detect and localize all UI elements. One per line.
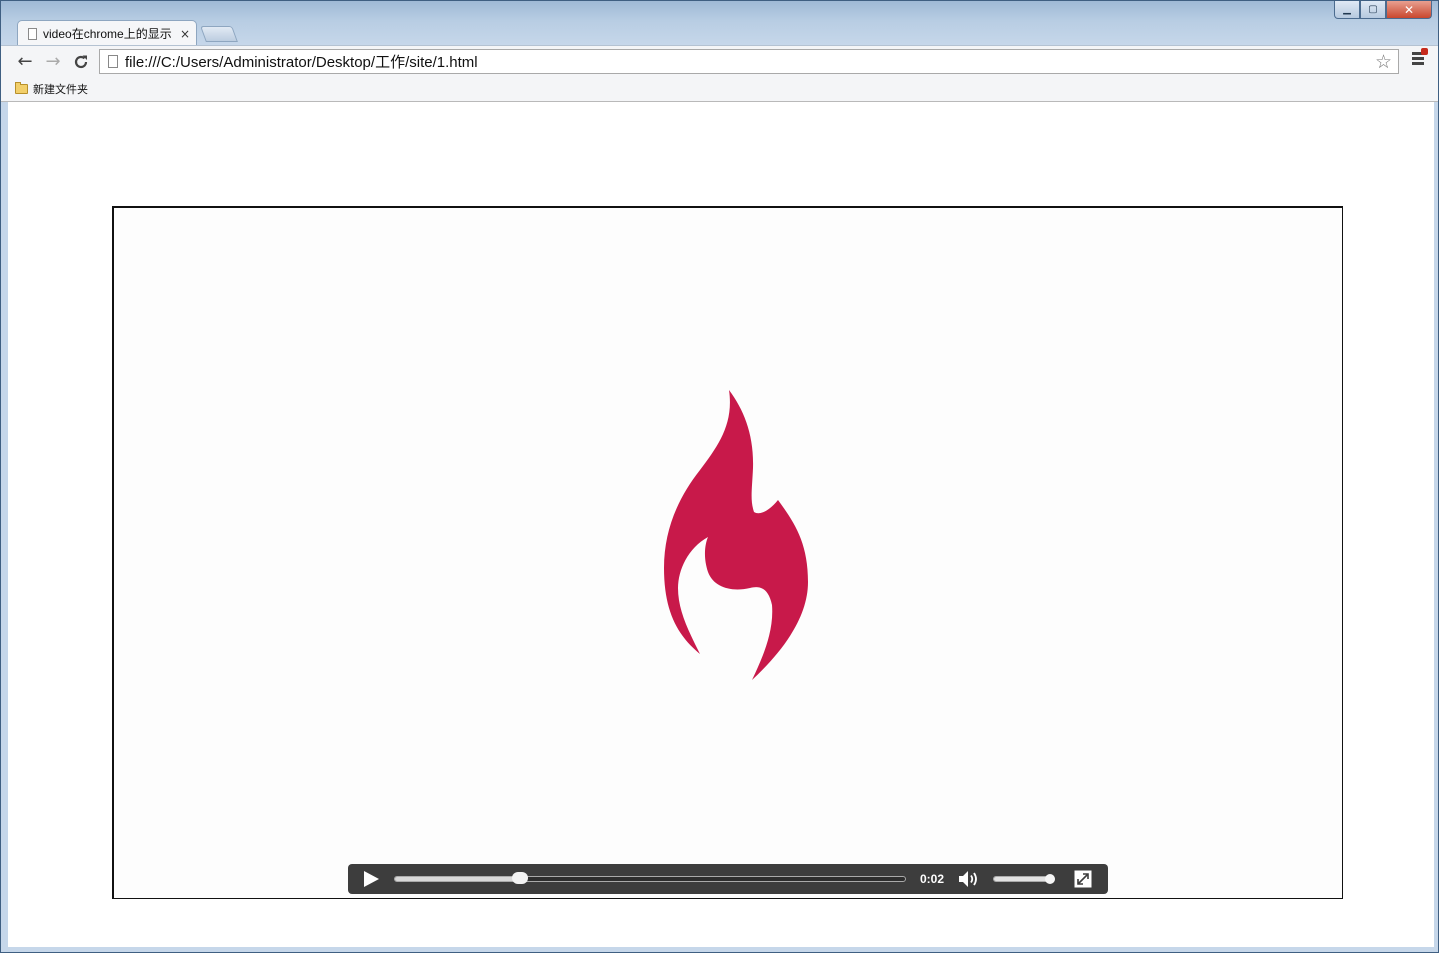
bookmark-label: 新建文件夹 xyxy=(33,83,88,96)
play-button[interactable] xyxy=(362,870,380,888)
tab-title: video在chrome上的显示 xyxy=(43,27,172,41)
page-icon xyxy=(28,27,37,40)
tab-active[interactable]: video在chrome上的显示 × xyxy=(17,20,197,46)
page-content: 0:02 xyxy=(8,102,1434,947)
folder-icon xyxy=(15,82,28,94)
seek-progress xyxy=(395,877,520,881)
video-controls: 0:02 xyxy=(348,864,1108,894)
volume-thumb[interactable] xyxy=(1045,874,1055,884)
reload-button[interactable] xyxy=(69,50,93,74)
maximize-button[interactable]: ▢ xyxy=(1360,1,1386,19)
volume-slider[interactable] xyxy=(993,874,1055,884)
fullscreen-button[interactable] xyxy=(1074,870,1092,888)
window-controls: ▁ ▢ ✕ xyxy=(1334,1,1432,19)
browser-toolbar: ← → file:///C:/Users/Administrator/Deskt… xyxy=(1,45,1438,78)
seek-bar[interactable] xyxy=(394,872,906,884)
chrome-menu-button[interactable] xyxy=(1412,48,1428,67)
reload-icon xyxy=(74,55,88,69)
back-button[interactable]: ← xyxy=(13,50,37,74)
new-tab-button[interactable] xyxy=(200,26,238,42)
title-bar: video在chrome上的显示 × ▁ ▢ ✕ xyxy=(1,1,1438,46)
page-icon xyxy=(108,55,118,68)
minimize-button[interactable]: ▁ xyxy=(1334,1,1360,19)
update-badge-icon xyxy=(1421,48,1428,55)
bookmarks-bar: 新建文件夹 xyxy=(1,77,1438,102)
time-display: 0:02 xyxy=(920,872,945,886)
flame-icon xyxy=(664,390,808,680)
address-bar[interactable]: file:///C:/Users/Administrator/Desktop/工… xyxy=(99,49,1399,74)
bookmark-folder[interactable]: 新建文件夹 xyxy=(15,81,88,97)
tab-close-button[interactable]: × xyxy=(180,27,190,41)
bookmark-star-icon[interactable]: ☆ xyxy=(1375,51,1392,73)
forward-button[interactable]: → xyxy=(41,50,65,74)
url-text: file:///C:/Users/Administrator/Desktop/工… xyxy=(125,54,478,71)
video-player[interactable]: 0:02 xyxy=(112,206,1343,899)
browser-window: video在chrome上的显示 × ▁ ▢ ✕ ← → file:///C:/… xyxy=(0,0,1439,953)
volume-icon[interactable] xyxy=(958,870,982,888)
close-window-button[interactable]: ✕ xyxy=(1386,1,1432,19)
seek-thumb[interactable] xyxy=(511,872,528,884)
